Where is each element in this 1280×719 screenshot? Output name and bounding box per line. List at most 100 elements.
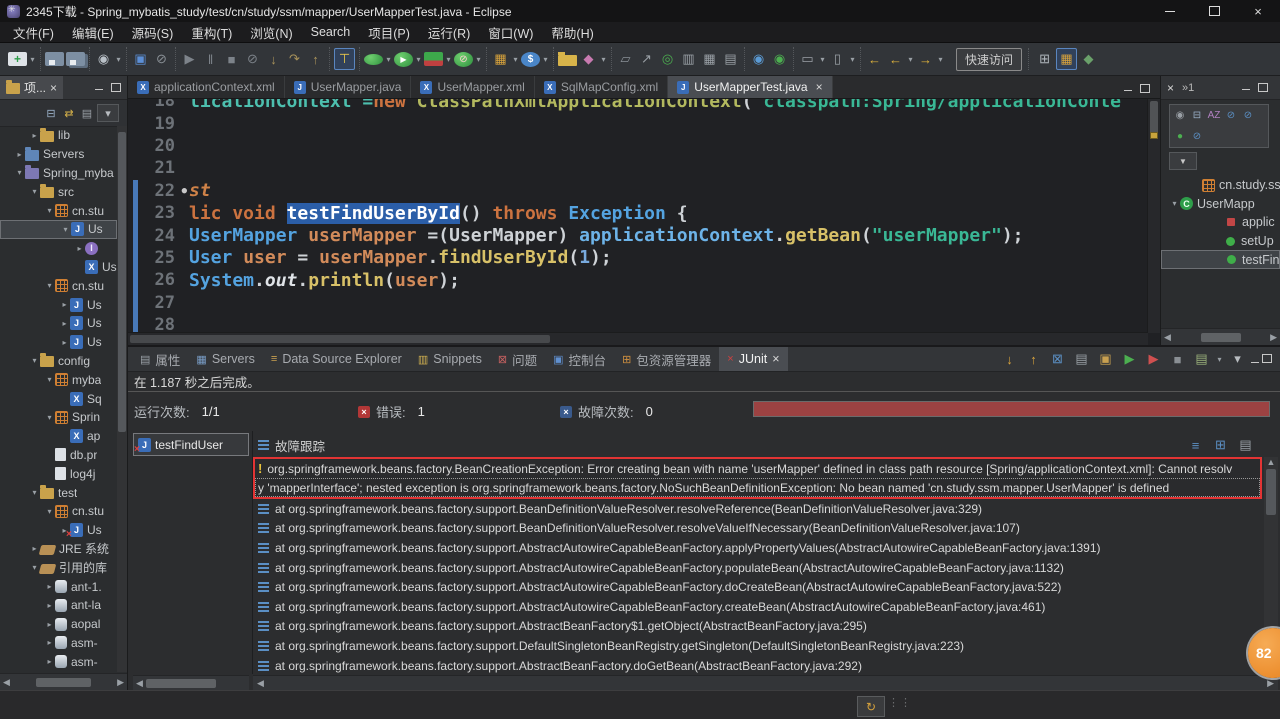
editor-tab[interactable]: X SqlMapConfig.xml: [535, 76, 669, 98]
dropdown-arrow-icon[interactable]: ▾: [28, 55, 37, 64]
more-views-indicator[interactable]: »1: [1182, 82, 1194, 94]
open-perspective-icon[interactable]: ⊞: [1035, 49, 1054, 69]
scroll-lock-icon[interactable]: ▣: [1096, 349, 1115, 369]
trace-error-line[interactable]: y 'mapperInterface'; nested exception is…: [255, 478, 1260, 497]
collapsed-arrow-icon[interactable]: ▸: [59, 300, 70, 309]
code-line[interactable]: 25 User user = userMapper.findUserById(1)…: [128, 246, 1148, 270]
dropdown-arrow-icon[interactable]: ▾: [599, 55, 608, 64]
new-class-icon[interactable]: ◎: [658, 49, 677, 69]
hide-local-types-icon[interactable]: ⊘: [1189, 128, 1205, 144]
maximize-explorer-icon[interactable]: [111, 81, 121, 95]
trace-line[interactable]: at org.springframework.beans.factory.sup…: [253, 636, 1262, 656]
trace-line[interactable]: at org.springframework.beans.factory.sup…: [253, 558, 1262, 578]
test-history-icon[interactable]: ▤: [1192, 349, 1211, 369]
tree-item[interactable]: ▾ myba: [0, 370, 117, 389]
scroll-left-icon[interactable]: ◀: [3, 677, 10, 688]
tree-item[interactable]: ▸ lib: [0, 126, 117, 145]
tree-item[interactable]: ▾ test: [0, 483, 117, 502]
tree-item[interactable]: ▸ Us: [0, 333, 117, 352]
menu-item[interactable]: Search: [302, 25, 360, 39]
view-tab-Servers[interactable]: ▦ Servers: [188, 347, 262, 371]
tree-item[interactable]: ▾ 引用的库: [0, 558, 117, 577]
hide-nonpublic-icon[interactable]: ●: [1172, 128, 1188, 144]
tree-item[interactable]: ▾ cn.stu: [0, 276, 117, 295]
collapsed-arrow-icon[interactable]: ▸: [44, 657, 55, 666]
step-into-icon[interactable]: ↓: [264, 49, 283, 69]
explorer-horizontal-scrollbar[interactable]: ◀ ▶: [0, 673, 127, 690]
tree-item[interactable]: ▸ ant-la: [0, 596, 117, 615]
expanded-arrow-icon[interactable]: ▾: [44, 281, 55, 290]
web-browser-icon[interactable]: ◉: [749, 49, 768, 69]
dropdown-arrow-icon[interactable]: ▾: [906, 55, 915, 64]
next-failed-test-icon[interactable]: ↓: [1000, 349, 1019, 369]
expanded-arrow-icon[interactable]: ▾: [14, 168, 25, 177]
run-junit-test-icon[interactable]: ⊤: [334, 48, 355, 70]
menu-item[interactable]: 帮助(H): [542, 23, 602, 42]
tree-item[interactable]: ▾ UserMapp: [1161, 195, 1280, 214]
close-explorer-icon[interactable]: ×: [50, 81, 57, 95]
tree-item[interactable]: ▾ Us: [0, 219, 117, 239]
menu-item[interactable]: 运行(R): [419, 23, 479, 42]
javadoc-icon[interactable]: ▥: [679, 49, 698, 69]
rerun-failed-first-icon[interactable]: ▶: [1144, 349, 1163, 369]
view-tab-JUnit[interactable]: × JUnit ×: [719, 347, 788, 371]
dropdown-arrow-icon[interactable]: ▾: [384, 55, 393, 64]
terminate-icon[interactable]: ■: [222, 49, 241, 69]
tree-item[interactable]: ▾ Spring_myba: [0, 164, 117, 183]
expanded-arrow-icon[interactable]: ▾: [1169, 199, 1180, 208]
javaee-perspective-icon[interactable]: ▦: [1056, 48, 1078, 70]
menu-item[interactable]: 项目(P): [359, 23, 419, 42]
editor-tab[interactable]: XapplicationContext.xml: [128, 76, 285, 98]
view-tab-控制台[interactable]: ▣ 控制台: [545, 347, 614, 371]
close-window-button[interactable]: ×: [1236, 0, 1280, 22]
test-list-horizontal-scrollbar[interactable]: ◀: [133, 675, 249, 690]
code-line[interactable]: 28: [128, 313, 1148, 333]
collapsed-arrow-icon[interactable]: ▸: [44, 638, 55, 647]
minimize-view-icon[interactable]: [1251, 352, 1259, 366]
code-line[interactable]: 20: [128, 135, 1148, 157]
editor-tab[interactable]: J UserMapperTest.java ×: [668, 76, 833, 98]
view-tab-问题[interactable]: ⊠ 问题: [490, 347, 545, 371]
dropdown-arrow-icon[interactable]: ▾: [114, 55, 123, 64]
tab-project-explorer[interactable]: 项... ×: [0, 76, 64, 99]
menu-item[interactable]: 源码(S): [123, 23, 183, 42]
scroll-left-icon[interactable]: ◀: [1164, 332, 1171, 343]
debug-perspective-icon[interactable]: ◆: [1079, 49, 1098, 69]
collapsed-arrow-icon[interactable]: ▸: [14, 150, 25, 159]
minimize-outline-icon[interactable]: [1242, 81, 1250, 95]
outline-horizontal-scrollbar[interactable]: ◀ ▶: [1161, 328, 1280, 345]
code-line[interactable]: 22 ● st: [128, 179, 1148, 202]
save-all-icon[interactable]: [66, 52, 85, 66]
stop-junit-icon[interactable]: ■: [1168, 349, 1187, 369]
new-javaee-icon[interactable]: ▦: [491, 49, 510, 69]
expanded-arrow-icon[interactable]: ▾: [44, 206, 55, 215]
tree-item[interactable]: ▸ asm-: [0, 652, 117, 671]
run-external-icon[interactable]: [454, 51, 473, 67]
run-last-icon[interactable]: [364, 53, 383, 65]
view-menu-icon[interactable]: ▾: [1228, 349, 1247, 369]
forward-icon[interactable]: →: [916, 49, 935, 69]
dropdown-arrow-icon[interactable]: ▾: [848, 55, 857, 64]
quick-access-button[interactable]: 快速访问: [956, 47, 1023, 71]
suspend-icon[interactable]: ‖: [201, 49, 220, 69]
view-menu-icon[interactable]: ▾: [97, 104, 119, 122]
annotation-icon[interactable]: ▭: [798, 49, 817, 69]
dropdown-arrow-icon[interactable]: ▾: [818, 55, 827, 64]
hide-fields-icon[interactable]: ⊘: [1223, 108, 1239, 124]
tree-item[interactable]: Sq: [0, 389, 117, 408]
dropdown-arrow-icon[interactable]: ▾: [444, 55, 453, 64]
show-skipped-tests-icon[interactable]: ▤: [1072, 349, 1091, 369]
expanded-arrow-icon[interactable]: ▾: [60, 225, 71, 234]
tree-item[interactable]: ▸ Servers: [0, 145, 117, 164]
trace-line[interactable]: at org.springframework.beans.factory.sup…: [253, 577, 1262, 597]
scroll-right-icon[interactable]: ▶: [117, 677, 124, 688]
trace-error-line[interactable]: ! org.springframework.beans.factory.BeanC…: [255, 459, 1260, 478]
code-line[interactable]: 18 licationContext =new ClassPathXmlAppli…: [128, 99, 1148, 112]
focus-icon[interactable]: ◉: [1172, 108, 1188, 124]
collapsed-arrow-icon[interactable]: ▸: [74, 244, 85, 253]
previous-failed-test-icon[interactable]: ↑: [1024, 349, 1043, 369]
menu-item[interactable]: 窗口(W): [479, 23, 542, 42]
view-tab-包资源管理器[interactable]: ⊞ 包资源管理器: [614, 347, 719, 371]
expanded-arrow-icon[interactable]: ▾: [29, 356, 40, 365]
step-return-icon[interactable]: ↑: [306, 49, 325, 69]
